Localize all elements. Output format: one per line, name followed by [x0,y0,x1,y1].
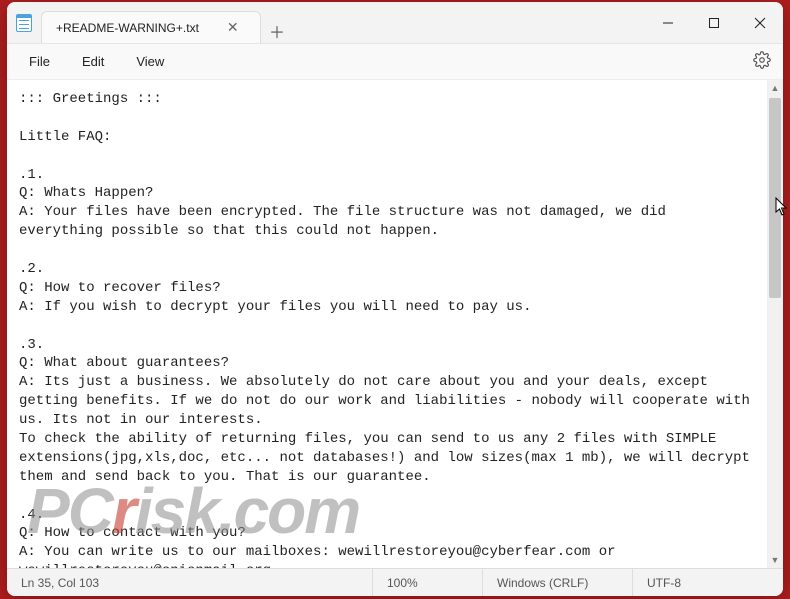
tab-strip: +README-WARNING+.txt ✕ ＋ [41,2,293,43]
window-controls [645,2,783,43]
file-tab[interactable]: +README-WARNING+.txt ✕ [41,11,261,43]
menu-edit[interactable]: Edit [72,50,114,73]
vertical-scrollbar[interactable]: ▲ ▼ [767,80,783,568]
maximize-button[interactable] [691,2,737,43]
scroll-down-icon[interactable]: ▼ [767,552,783,568]
close-window-button[interactable] [737,2,783,43]
status-bar: Ln 35, Col 103 100% Windows (CRLF) UTF-8 [7,568,783,596]
text-content[interactable]: ::: Greetings ::: Little FAQ: .1. Q: Wha… [7,80,767,568]
status-position: Ln 35, Col 103 [7,569,373,596]
close-tab-icon[interactable]: ✕ [227,19,239,36]
notepad-icon [7,2,41,43]
settings-button[interactable] [753,51,771,72]
scroll-up-icon[interactable]: ▲ [767,80,783,96]
title-bar: +README-WARNING+.txt ✕ ＋ [7,2,783,44]
status-encoding: UTF-8 [633,569,783,596]
editor-area: ::: Greetings ::: Little FAQ: .1. Q: Wha… [7,80,783,568]
new-tab-button[interactable]: ＋ [261,19,293,43]
status-line-ending: Windows (CRLF) [483,569,633,596]
minimize-button[interactable] [645,2,691,43]
status-zoom: 100% [373,569,483,596]
notepad-window: +README-WARNING+.txt ✕ ＋ File Edit View [7,2,783,596]
menu-file[interactable]: File [19,50,60,73]
tab-title: +README-WARNING+.txt [56,21,199,35]
scroll-thumb[interactable] [769,98,781,298]
menu-view[interactable]: View [126,50,174,73]
menu-bar: File Edit View [7,44,783,80]
